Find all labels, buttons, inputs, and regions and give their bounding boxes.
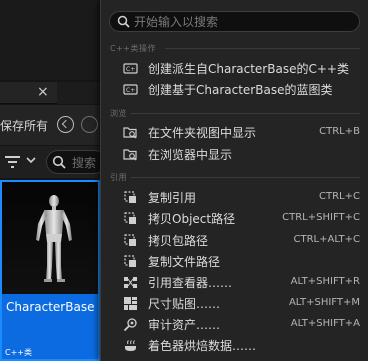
menu-search-input[interactable] — [134, 13, 354, 30]
menu-item-label: 尺寸贴图…… — [148, 297, 221, 311]
section-divider — [131, 177, 360, 178]
menu-item-label: 引用查看器…… — [148, 276, 233, 290]
menu-item-shortcut: ALT+SHIFT+R — [290, 276, 360, 287]
menu-item-label: 在文件夹视图中显示 — [148, 126, 257, 140]
menu-item-audit-assets[interactable]: 审计资产…… ALT+SHIFT+A — [101, 314, 368, 335]
asset-context-menu: C++类操作 C+ 创建派生自CharacterBase的C++类 C+ 创建基… — [100, 0, 368, 361]
menu-item-shortcut: CTRL+SHIFT+C — [282, 212, 360, 223]
section-header-browse: 浏览 — [110, 109, 127, 118]
svg-text:C+: C+ — [126, 66, 135, 73]
audit-icon — [123, 317, 138, 332]
svg-text:C+: C+ — [126, 87, 135, 94]
menu-item-copy-package-path[interactable]: 拷贝包路径 CTRL+ALT+C — [101, 230, 368, 251]
menu-item-shortcut: CTRL+ALT+C — [293, 234, 361, 245]
menu-item-copy-file-path[interactable]: 复制文件路径 — [101, 251, 368, 272]
menu-item-label: 审计资产…… — [148, 318, 221, 332]
menu-item-size-map[interactable]: 尺寸贴图…… ALT+SHIFT+M — [101, 293, 368, 314]
asset-name: CharacterBase — [6, 300, 95, 314]
folder-search-icon — [123, 125, 138, 140]
chevron-down-icon[interactable] — [26, 156, 36, 164]
menu-item-show-in-folder-view[interactable]: 在文件夹视图中显示 CTRL+B — [101, 122, 368, 143]
cpp-class-icon: C+ — [123, 61, 138, 76]
section-header-cpp: C++类操作 — [110, 44, 156, 53]
back-icon[interactable] — [57, 116, 74, 133]
menu-item-shortcut: ALT+SHIFT+M — [288, 297, 360, 308]
section-divider — [131, 113, 360, 114]
menu-item-label: 着色器烘焙数据…… — [148, 339, 257, 353]
menu-item-create-derived-cpp[interactable]: C+ 创建派生自CharacterBase的C++类 — [101, 58, 368, 79]
menu-item-label: 创建派生自CharacterBase的C++类 — [148, 62, 349, 76]
menu-item-shortcut: CTRL+C — [319, 191, 360, 202]
section-divider — [165, 48, 360, 49]
menu-item-label: 拷贝Object路径 — [148, 212, 236, 226]
menu-search-box[interactable] — [109, 11, 360, 32]
menu-item-shader-cook-stats[interactable]: 着色器烘焙数据…… — [101, 335, 368, 356]
tab-bar-empty — [57, 82, 100, 104]
menu-item-create-blueprint[interactable]: C+ 创建基于CharacterBase的蓝图类 — [101, 79, 368, 100]
tab-close-icon[interactable]: × — [37, 83, 49, 101]
menu-item-shortcut: CTRL+B — [319, 126, 360, 137]
copy-reference-icon — [123, 233, 138, 248]
reference-viewer-icon — [123, 275, 138, 290]
asset-tile-characterbase[interactable]: CharacterBase C++类 — [0, 180, 100, 361]
search-icon — [52, 155, 66, 169]
forward-icon[interactable] — [81, 116, 98, 133]
search-icon — [117, 15, 130, 28]
menu-item-copy-reference[interactable]: 复制引用 CTRL+C — [101, 187, 368, 208]
menu-item-show-in-explorer[interactable]: 在浏览器中显示 — [101, 144, 368, 165]
save-all-button[interactable]: 保存所有 — [0, 117, 48, 134]
folder-search-icon — [123, 147, 138, 162]
copy-reference-icon — [123, 190, 138, 205]
menu-item-label: 在浏览器中显示 — [148, 148, 233, 162]
menu-item-label: 复制引用 — [148, 191, 197, 205]
copy-reference-icon — [123, 211, 138, 226]
shader-cook-icon — [123, 338, 138, 353]
asset-thumbnail — [2, 182, 98, 294]
menu-item-shortcut: ALT+SHIFT+A — [290, 318, 360, 329]
menu-item-label: 创建基于CharacterBase的蓝图类 — [148, 83, 333, 97]
menu-item-label: 拷贝包路径 — [148, 234, 209, 248]
menu-item-copy-object-path[interactable]: 拷贝Object路径 CTRL+SHIFT+C — [101, 208, 368, 229]
asset-type-label: C++类 — [5, 348, 32, 357]
menu-item-label: 复制文件路径 — [148, 255, 221, 269]
asset-search-placeholder: 搜索 — [72, 156, 97, 170]
filter-icon[interactable] — [5, 155, 21, 169]
section-header-references: 引用 — [110, 173, 127, 182]
copy-reference-icon — [123, 254, 138, 269]
cpp-class-icon: C+ — [123, 82, 138, 97]
size-map-icon — [123, 296, 138, 311]
asset-name-bar: CharacterBase — [2, 294, 98, 346]
menu-item-reference-viewer[interactable]: 引用查看器…… ALT+SHIFT+R — [101, 272, 368, 293]
